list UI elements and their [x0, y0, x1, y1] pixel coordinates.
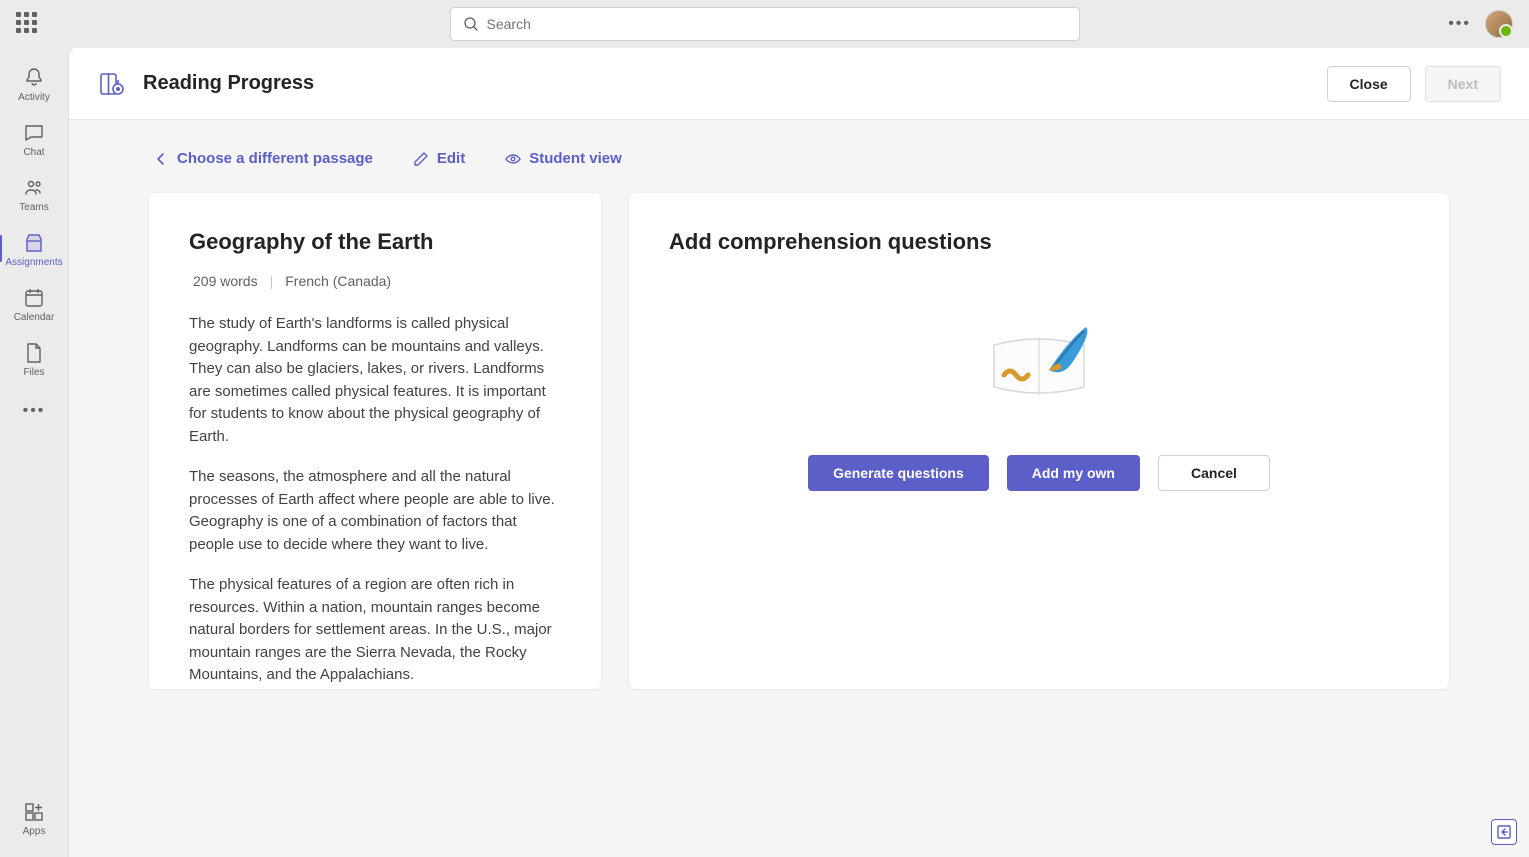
app-launcher-icon[interactable]	[16, 12, 40, 36]
action-label: Student view	[529, 150, 622, 167]
action-label: Edit	[437, 150, 465, 167]
rail-activity[interactable]: Activity	[0, 58, 68, 109]
choose-passage-link[interactable]: Choose a different passage	[153, 150, 373, 167]
page-header: Reading Progress Close Next	[69, 48, 1529, 120]
panel-collapse-icon[interactable]	[1491, 819, 1517, 845]
student-view-link[interactable]: Student view	[505, 150, 622, 167]
rail-apps[interactable]: Apps	[0, 792, 68, 857]
chat-icon	[22, 121, 46, 145]
main-content: Reading Progress Close Next Choose a dif…	[68, 48, 1529, 857]
calendar-icon	[22, 286, 46, 310]
comprehension-card: Add comprehension questions Generate qu	[629, 193, 1449, 689]
passage-body: The study of Earth's landforms is called…	[189, 313, 561, 687]
rail-label: Chat	[23, 147, 44, 158]
pencil-icon	[413, 151, 429, 167]
comprehension-buttons: Generate questions Add my own Cancel	[669, 455, 1409, 491]
rail-label: Apps	[23, 826, 46, 837]
comprehension-title: Add comprehension questions	[669, 229, 1409, 255]
generate-questions-button[interactable]: Generate questions	[808, 455, 989, 491]
avatar[interactable]	[1485, 10, 1513, 38]
rail-chat[interactable]: Chat	[0, 113, 68, 164]
cancel-button[interactable]: Cancel	[1158, 455, 1270, 491]
rail-teams[interactable]: Teams	[0, 168, 68, 219]
file-icon	[22, 341, 46, 365]
rail-label: Assignments	[5, 257, 62, 268]
rail-label: Files	[23, 367, 44, 378]
passage-language: French (Canada)	[285, 273, 391, 289]
title-bar: •••	[0, 0, 1529, 48]
app-rail: Activity Chat Teams Assignments Calendar…	[0, 48, 68, 857]
action-label: Choose a different passage	[177, 150, 373, 167]
eye-icon	[505, 151, 521, 167]
teams-icon	[22, 176, 46, 200]
rail-calendar[interactable]: Calendar	[0, 278, 68, 329]
search-input[interactable]	[487, 16, 1067, 32]
edit-link[interactable]: Edit	[413, 150, 465, 167]
rail-label: Calendar	[14, 312, 55, 323]
search-icon	[463, 16, 479, 32]
passage-paragraph: The seasons, the atmosphere and all the …	[189, 466, 561, 556]
passage-paragraph: The physical features of a region are of…	[189, 574, 561, 687]
chevron-left-icon	[153, 151, 169, 167]
rail-label: Teams	[19, 202, 48, 213]
passage-paragraph: The study of Earth's landforms is called…	[189, 313, 561, 448]
passage-meta: 209 words | French (Canada)	[189, 273, 561, 289]
page-body: Choose a different passage Edit Student …	[69, 120, 1529, 857]
reading-progress-icon	[97, 69, 127, 99]
divider: |	[270, 273, 274, 289]
page-title: Reading Progress	[143, 72, 314, 95]
passage-title: Geography of the Earth	[189, 229, 561, 255]
rail-files[interactable]: Files	[0, 333, 68, 384]
close-button[interactable]: Close	[1327, 66, 1411, 102]
bell-icon	[22, 66, 46, 90]
rail-label: Activity	[18, 92, 50, 103]
more-options-icon[interactable]: •••	[1448, 15, 1471, 33]
next-button: Next	[1425, 66, 1501, 102]
add-my-own-button[interactable]: Add my own	[1007, 455, 1140, 491]
action-links: Choose a different passage Edit Student …	[149, 150, 1449, 167]
apps-icon	[22, 800, 46, 824]
passage-card: Geography of the Earth 209 words | Frenc…	[149, 193, 601, 689]
search-box[interactable]	[450, 7, 1080, 41]
comprehension-illustration	[669, 315, 1409, 415]
rail-more-icon[interactable]: •••	[23, 392, 46, 430]
word-count: 209 words	[193, 273, 258, 289]
assignments-icon	[22, 231, 46, 255]
rail-assignments[interactable]: Assignments	[0, 223, 68, 274]
